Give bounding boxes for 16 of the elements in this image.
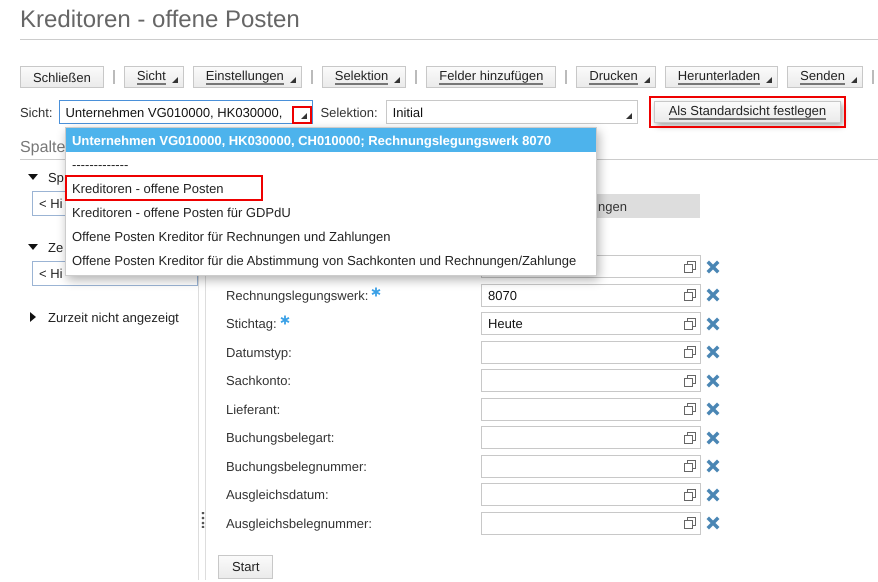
- page-title: Kreditoren - offene Posten: [20, 0, 878, 40]
- tree-label: Zurzeit nicht angezeigt: [48, 310, 179, 324]
- field-label: Ausgleichsbelegnummer:: [226, 516, 372, 530]
- tree-label: Sp: [48, 170, 64, 184]
- view-label: Sicht:: [20, 104, 53, 120]
- field-label: Buchungsbelegnummer:: [226, 458, 367, 474]
- selection-label: Selektion:: [320, 104, 378, 120]
- field-label: Lieferant:: [226, 402, 280, 416]
- field-label: Ausgleichsdatum:: [226, 487, 329, 502]
- field-label: Datumstyp:: [226, 344, 292, 360]
- section-title: Spalte: [20, 139, 66, 156]
- field-label: Sachkonto:: [226, 373, 292, 388]
- field-label: Stichtag:: [226, 316, 277, 331]
- tree-label: Ze: [48, 240, 64, 254]
- field-label: Rechnungslegungswerk:: [226, 288, 368, 302]
- field-label: Buchungsbelegart:: [226, 430, 334, 445]
